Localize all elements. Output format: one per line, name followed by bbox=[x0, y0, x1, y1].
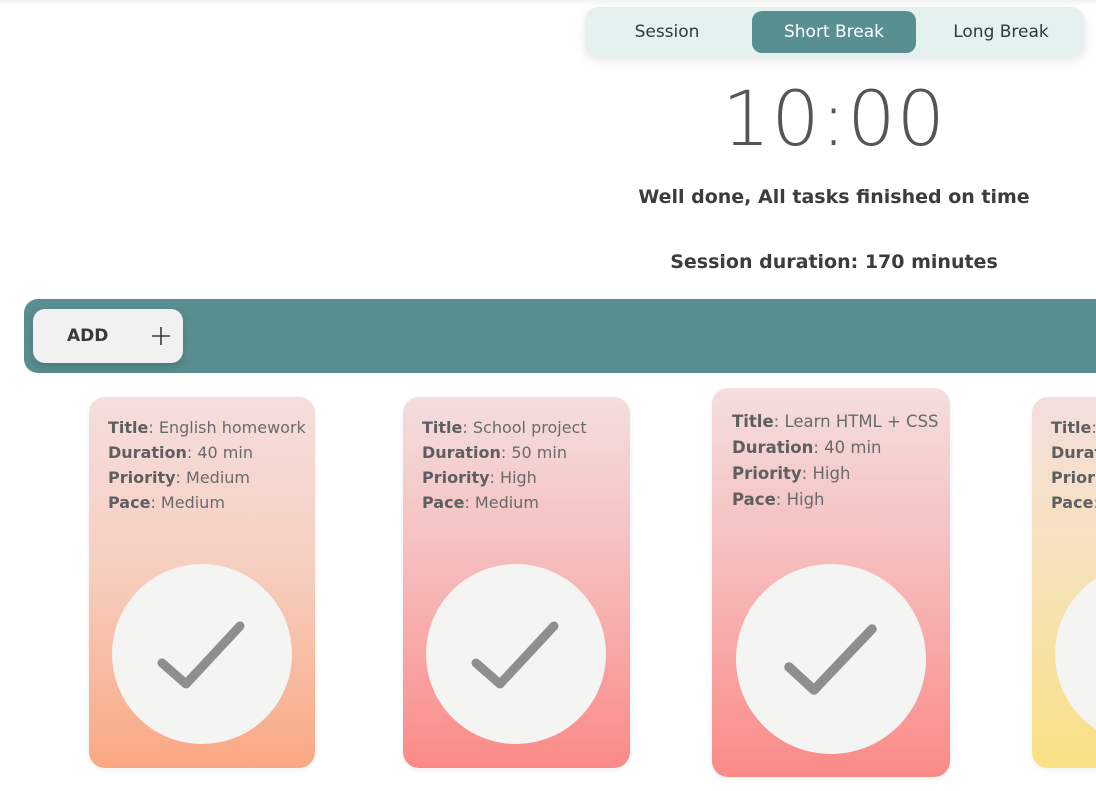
task-card: Title: School project Duration: 50 min P… bbox=[403, 397, 630, 768]
task-title: School project bbox=[472, 418, 587, 437]
task-pace-row: Pace: bbox=[1051, 490, 1096, 515]
complete-task-button[interactable] bbox=[426, 564, 606, 744]
task-toolbar bbox=[24, 299, 1096, 373]
pace-label: Pace bbox=[732, 490, 776, 509]
status-message: Well done, All tasks finished on time bbox=[638, 186, 1030, 208]
task-pace: Medium bbox=[160, 493, 225, 512]
task-priority-row: Priority: High bbox=[422, 468, 537, 487]
task-duration-row: Duration: 40 min bbox=[732, 438, 882, 457]
task-pace-row: Pace: High bbox=[732, 490, 825, 509]
task-details: Title: Learn HTML + CSS Duration: 40 min… bbox=[732, 409, 939, 513]
task-duration: 40 min bbox=[824, 438, 882, 457]
top-shadow bbox=[0, 0, 1096, 6]
duration-label: Duration bbox=[422, 443, 501, 462]
priority-label: Priority bbox=[732, 464, 802, 483]
add-task-button[interactable]: ADD bbox=[33, 309, 183, 363]
session-duration: Session duration: 170 minutes bbox=[670, 251, 998, 273]
duration-label: Duration bbox=[108, 443, 187, 462]
task-duration: 50 min bbox=[511, 443, 567, 462]
task-pace-row: Pace: Medium bbox=[108, 493, 225, 512]
task-details: Title: L Duration Priority Pace: bbox=[1051, 415, 1096, 515]
priority-label: Priority bbox=[1051, 468, 1096, 487]
task-details: Title: School project Duration: 50 min P… bbox=[422, 415, 587, 515]
task-duration-row: Duration: 40 min bbox=[108, 443, 253, 462]
task-card: Title: L Duration Priority Pace: bbox=[1032, 397, 1096, 768]
check-icon bbox=[157, 621, 245, 689]
task-details: Title: English homework Duration: 40 min… bbox=[108, 415, 306, 515]
task-priority-row: Priority bbox=[1051, 465, 1096, 490]
title-label: Title bbox=[1051, 418, 1092, 437]
title-label: Title bbox=[422, 418, 463, 437]
priority-label: Priority bbox=[422, 468, 490, 487]
task-card: Title: Learn HTML + CSS Duration: 40 min… bbox=[712, 388, 950, 777]
task-pace: Medium bbox=[474, 493, 539, 512]
task-title: Learn HTML + CSS bbox=[784, 412, 939, 431]
task-pace-row: Pace: Medium bbox=[422, 493, 539, 512]
add-button-label: ADD bbox=[67, 326, 109, 346]
task-duration: 40 min bbox=[197, 443, 253, 462]
check-icon bbox=[784, 624, 877, 695]
complete-task-button[interactable] bbox=[736, 564, 926, 754]
tab-short-break[interactable]: Short Break bbox=[752, 11, 916, 53]
timer-display: 10:00 bbox=[721, 74, 947, 163]
task-priority: High bbox=[812, 464, 851, 483]
task-title-row: Title: English homework bbox=[108, 418, 306, 437]
task-title-row: Title: L bbox=[1051, 415, 1096, 440]
task-title-row: Title: Learn HTML + CSS bbox=[732, 412, 939, 431]
task-duration-row: Duration bbox=[1051, 440, 1096, 465]
tab-session[interactable]: Session bbox=[605, 11, 729, 53]
task-priority-row: Priority: Medium bbox=[108, 468, 251, 487]
task-priority-row: Priority: High bbox=[732, 464, 851, 483]
complete-task-button[interactable] bbox=[112, 564, 292, 744]
pace-label: Pace bbox=[1051, 493, 1094, 512]
task-title: English homework bbox=[158, 418, 306, 437]
priority-label: Priority bbox=[108, 468, 176, 487]
task-card: Title: English homework Duration: 40 min… bbox=[89, 397, 315, 768]
complete-task-button[interactable] bbox=[1055, 564, 1096, 744]
pace-label: Pace bbox=[422, 493, 465, 512]
title-label: Title bbox=[732, 412, 774, 431]
plus-icon bbox=[152, 327, 170, 345]
mode-tabs: Session Short Break Long Break bbox=[585, 7, 1085, 57]
pace-label: Pace bbox=[108, 493, 151, 512]
duration-label: Duration bbox=[732, 438, 814, 457]
duration-label: Duration bbox=[1051, 443, 1096, 462]
check-icon bbox=[1055, 564, 1096, 744]
title-label: Title bbox=[108, 418, 149, 437]
task-priority: High bbox=[500, 468, 537, 487]
task-duration-row: Duration: 50 min bbox=[422, 443, 567, 462]
task-pace: High bbox=[786, 490, 825, 509]
pomodoro-app: Session Short Break Long Break 10:00 Wel… bbox=[0, 0, 1096, 791]
check-icon bbox=[471, 621, 559, 689]
task-title-row: Title: School project bbox=[422, 418, 587, 437]
task-priority: Medium bbox=[186, 468, 251, 487]
tab-long-break[interactable]: Long Break bbox=[935, 11, 1067, 53]
